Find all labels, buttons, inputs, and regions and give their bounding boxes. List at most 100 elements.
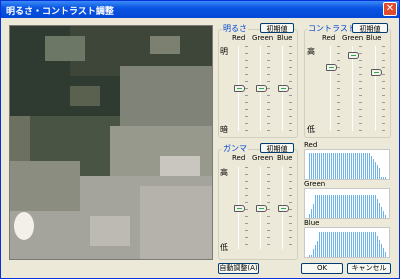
histogram-bar [325, 232, 326, 257]
contrast-channel-red: Red [322, 34, 336, 42]
histogram-red-label: Red [304, 141, 318, 149]
gamma-blue-slider-ticks [289, 167, 292, 249]
histogram-bar [345, 153, 346, 179]
histogram-bar [327, 195, 328, 218]
ok-button[interactable]: OK [301, 263, 343, 274]
histogram-blue [304, 227, 390, 258]
contrast-red-slider-track[interactable] [330, 46, 331, 131]
gamma-title: ガンマ [222, 143, 248, 154]
contrast-bottom-label: 低 [307, 125, 315, 134]
histogram-bar [351, 153, 352, 179]
histogram-bar [379, 240, 380, 257]
histogram-bar [383, 248, 384, 257]
contrast-channel-blue: Blue [366, 34, 382, 42]
histogram-bar [373, 195, 374, 218]
histogram-bar [321, 232, 322, 257]
brightness-channel-red: Red [232, 34, 246, 42]
histogram-bar [327, 153, 328, 179]
window-title: 明るさ・コントラスト調整 [6, 7, 114, 17]
histogram-bar [331, 195, 332, 218]
histogram-bar [359, 153, 360, 179]
gamma-green-slider-thumb[interactable] [256, 204, 267, 212]
contrast-red-slider-ticks [337, 46, 340, 131]
histogram-bar [349, 232, 350, 257]
brightness-green-slider-thumb[interactable] [256, 85, 267, 92]
histogram-bar [339, 153, 340, 179]
histogram-bar [355, 195, 356, 218]
gamma-channel-blue: Blue [277, 154, 293, 162]
histogram-bar [353, 153, 354, 179]
brightness-green-slider-ticks [267, 46, 270, 131]
gamma-channel-green: Green [252, 154, 274, 162]
histogram-bar [353, 195, 354, 218]
histogram-bar [339, 195, 340, 218]
contrast-red-slider-thumb[interactable] [326, 63, 337, 71]
histogram-bar [345, 195, 346, 218]
histogram-bar [319, 195, 320, 218]
histogram-bar [371, 195, 372, 218]
gamma-blue-slider-thumb[interactable] [278, 204, 289, 212]
histogram-bar [333, 195, 334, 218]
histogram-bar [313, 249, 314, 257]
brightness-reset-button[interactable]: 初期値 [260, 23, 294, 33]
histogram-bar [369, 153, 370, 179]
histogram-bar [321, 195, 322, 218]
brightness-red-slider-thumb[interactable] [234, 85, 245, 92]
histogram-bar [363, 195, 364, 218]
histogram-bar [317, 195, 318, 218]
histogram-bar [347, 195, 348, 218]
brightness-top-label: 明 [220, 47, 228, 56]
histogram-bar [355, 232, 356, 257]
histogram-bar [365, 232, 366, 257]
contrast-blue-slider-track[interactable] [375, 46, 376, 131]
histogram-bar [357, 232, 358, 257]
histogram-bar [347, 153, 348, 179]
histogram-bar [381, 244, 382, 257]
histogram-bar [351, 232, 352, 257]
brightness-blue-slider-thumb[interactable] [278, 85, 289, 92]
histogram-bar [311, 209, 312, 218]
brightness-channel-green: Green [252, 34, 274, 42]
gamma-bottom-label: 低 [220, 243, 228, 252]
close-icon[interactable]: ✕ [383, 2, 397, 16]
contrast-green-slider-thumb[interactable] [348, 52, 359, 60]
histogram-bar [369, 195, 370, 218]
contrast-blue-slider-thumb[interactable] [371, 69, 382, 77]
brightness-blue-slider-ticks [289, 46, 292, 131]
histogram-bar [309, 255, 310, 257]
histogram-bar [373, 159, 374, 179]
histogram-bar [381, 177, 382, 179]
contrast-reset-button[interactable]: 初期値 [352, 23, 388, 33]
histogram-bar [343, 232, 344, 257]
histogram-blue-label: Blue [304, 219, 320, 227]
histogram-bar [385, 252, 386, 257]
histogram-bar [329, 232, 330, 257]
histogram-bar [315, 245, 316, 257]
histogram-green-label: Green [304, 180, 326, 188]
histogram-bar [315, 153, 316, 179]
gamma-top-label: 高 [220, 168, 228, 177]
histogram-bar [359, 232, 360, 257]
auto-adjust-button[interactable]: 自動調整(A) [218, 263, 259, 274]
histogram-bar [337, 232, 338, 257]
histogram-bar [335, 195, 336, 218]
image-preview [9, 25, 213, 260]
histogram-bar [379, 203, 380, 218]
histogram-bar [357, 153, 358, 179]
histogram-bar [367, 153, 368, 179]
histogram-bar [383, 177, 384, 179]
histogram-bar [375, 232, 376, 257]
gamma-red-slider-thumb[interactable] [234, 204, 245, 212]
histogram-bar [325, 153, 326, 179]
contrast-green-slider-ticks [359, 46, 362, 131]
histogram-bar [335, 232, 336, 257]
histogram-bar [345, 232, 346, 257]
histogram-bar [349, 195, 350, 218]
histogram-bar [341, 232, 342, 257]
histogram-bar [341, 153, 342, 179]
cancel-button[interactable]: キャンセル [347, 263, 391, 274]
contrast-channel-green: Green [342, 34, 364, 42]
gamma-reset-button[interactable]: 初期値 [260, 143, 294, 153]
histogram-bar [379, 168, 380, 179]
brightness-channel-blue: Blue [277, 34, 293, 42]
